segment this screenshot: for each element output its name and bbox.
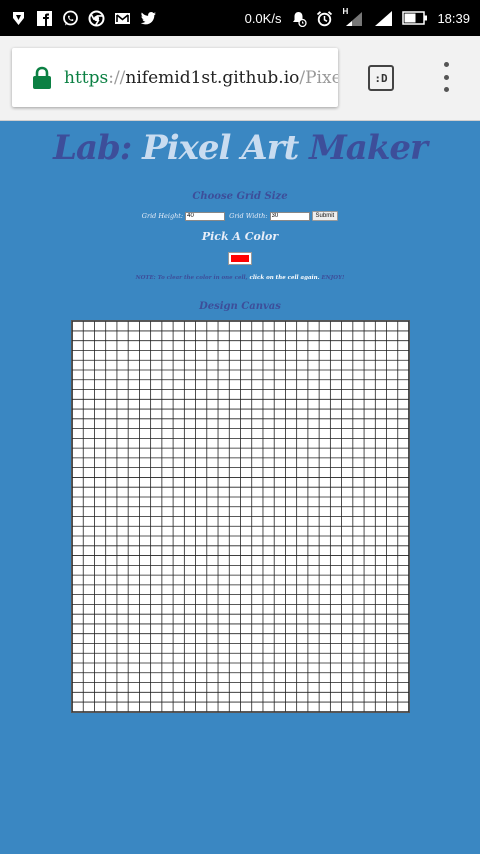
pixel-canvas[interactable]	[71, 320, 410, 713]
vpn-icon	[10, 10, 27, 27]
clock-text: 18:39	[437, 10, 470, 26]
battery-icon	[402, 10, 428, 27]
signal-icon	[373, 10, 393, 27]
title-part-pixel-art: Pixel Art	[142, 128, 299, 168]
title-part-lab: Lab:	[53, 128, 132, 168]
page-title: Lab: Pixel Art Maker	[0, 128, 480, 168]
submit-button[interactable]: Submit	[311, 211, 339, 221]
grid-width-input[interactable]	[269, 211, 310, 221]
alarm-notification-icon	[290, 10, 308, 27]
status-bar: 0.0K/s H 18:39	[0, 0, 480, 36]
url-scheme: https	[64, 67, 109, 88]
grid-width-label: Grid Width:	[229, 212, 268, 220]
net-speed-text: 0.0K/s	[244, 10, 282, 26]
browser-toolbar: https://nifemid1st.github.io/PixelA :D	[0, 36, 480, 121]
facebook-icon	[36, 10, 53, 27]
url-path: /PixelA	[299, 67, 338, 88]
whatsapp-icon	[62, 10, 79, 27]
status-left-icons	[10, 10, 157, 27]
design-canvas-heading: Design Canvas	[199, 301, 281, 312]
signal-badge: H	[342, 6, 349, 16]
alarm-clock-icon	[316, 10, 333, 27]
instruction-note: NOTE: To clear the color in one cell, cl…	[0, 275, 480, 281]
lock-icon[interactable]	[32, 66, 52, 90]
status-right-icons: 0.0K/s H 18:39	[244, 6, 470, 27]
url-separator: ://	[108, 67, 126, 88]
tab-switcher-label: :D	[374, 71, 388, 85]
note-highlight: click on the cell again.	[249, 275, 320, 281]
grid-height-label: Grid Height:	[141, 212, 184, 220]
pick-color-heading: Pick A Color	[201, 230, 279, 243]
grid-size-heading: Choose Grid Size	[192, 191, 288, 202]
tab-switcher-button[interactable]: :D	[368, 65, 394, 91]
color-picker-fill	[231, 255, 249, 262]
note-suffix: ENJOY!	[321, 275, 345, 281]
grid-size-form: Grid Height: Grid Width: Submit	[0, 211, 480, 221]
color-picker[interactable]	[228, 252, 252, 265]
url-host: nifemid1st.github.io	[125, 67, 300, 88]
note-prefix: NOTE: To clear the color in one cell,	[135, 275, 248, 281]
signal-h-icon: H	[342, 6, 364, 27]
overflow-menu-icon[interactable]	[436, 62, 456, 92]
twitter-icon	[140, 10, 157, 27]
grid-lines	[72, 321, 409, 712]
gmail-icon	[114, 10, 131, 27]
address-bar[interactable]: https://nifemid1st.github.io/PixelA	[12, 48, 338, 107]
title-part-maker: Maker	[309, 128, 428, 168]
grid-height-input[interactable]	[185, 211, 226, 221]
chrome-icon	[88, 10, 105, 27]
url-text[interactable]: https://nifemid1st.github.io/PixelA	[64, 68, 338, 88]
